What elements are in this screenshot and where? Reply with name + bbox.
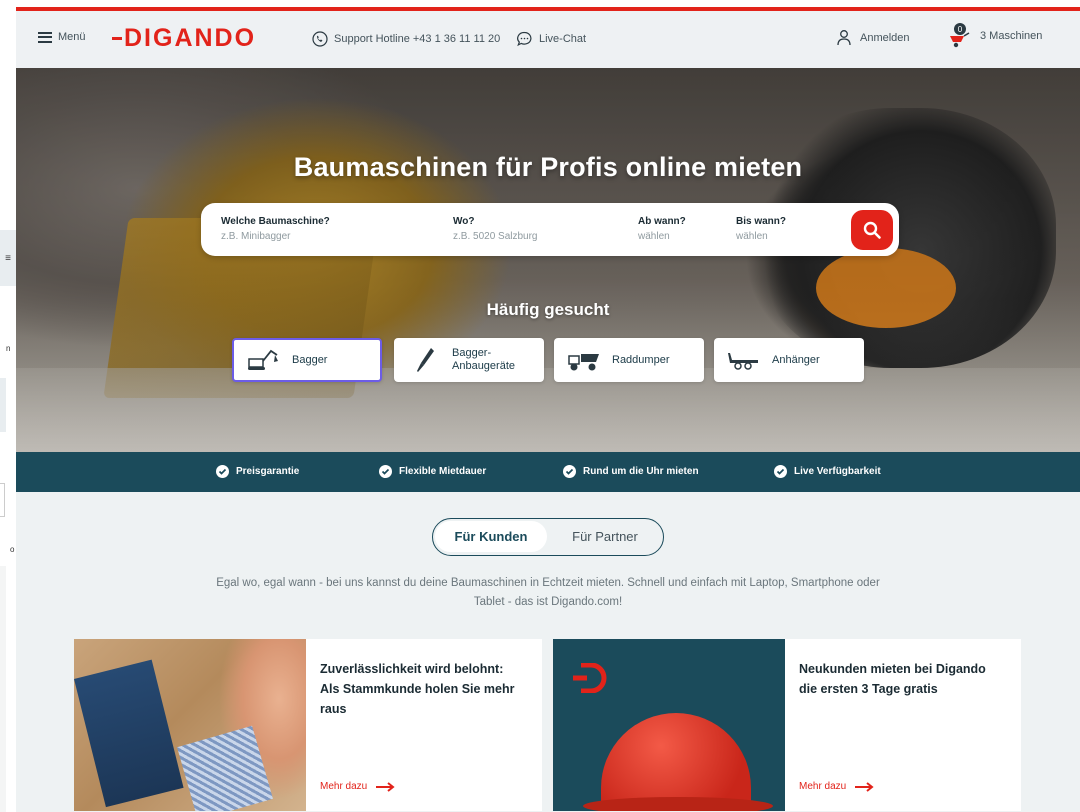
machine-search-field[interactable]: Welche Baumaschine? z.B. Minibagger — [221, 216, 421, 242]
partial-box — [0, 378, 6, 432]
end-date-label: Bis wann? — [736, 216, 787, 227]
category-bagger-anbaugeraete[interactable]: Bagger- Anbaugeräte — [394, 338, 544, 382]
menu-label: Menü — [58, 31, 86, 43]
cart-link[interactable]: 0 3 Maschinen — [948, 23, 1043, 48]
usp-item: Live Verfügbarkeit — [774, 465, 881, 478]
category-label: Bagger- Anbaugeräte — [452, 347, 515, 372]
logo-text: DIGANDO — [124, 24, 257, 52]
page: Menü DIGANDO Support Hotline +43 1 36 11… — [16, 0, 1080, 812]
arrow-right-icon — [855, 781, 874, 792]
digando-d-logo-icon — [573, 663, 607, 693]
category-anhaenger[interactable]: Anhänger — [714, 338, 864, 382]
audience-toggle: Für Kunden Für Partner — [432, 518, 664, 556]
start-date-label: Ab wann? — [638, 216, 686, 227]
usp-bar: Preisgarantie Flexible Mietdauer Rund um… — [16, 452, 1080, 492]
handshake-image — [74, 639, 306, 811]
checkmark-icon — [774, 465, 787, 478]
usp-item: Preisgarantie — [216, 465, 299, 478]
partial-menu-button[interactable]: ≡ — [0, 230, 16, 286]
hamburger-icon — [38, 31, 52, 43]
support-hotline-link[interactable]: Support Hotline +43 1 36 11 11 20 — [312, 31, 500, 47]
end-date-field[interactable]: Bis wann? wählen — [736, 216, 816, 242]
checkmark-icon — [216, 465, 229, 478]
usp-item: Flexible Mietdauer — [379, 465, 486, 478]
checkmark-icon — [379, 465, 392, 478]
category-raddumper[interactable]: Raddumper — [554, 338, 704, 382]
arrow-right-icon — [376, 781, 395, 792]
start-date-placeholder: wählen — [638, 231, 670, 242]
cart-text: 3 Maschinen — [980, 30, 1043, 42]
menu-button[interactable]: Menü — [38, 31, 86, 43]
category-label: Raddumper — [612, 354, 670, 366]
cart-count-badge: 0 — [954, 23, 966, 35]
frequent-searches-title: Häufig gesucht — [486, 300, 610, 319]
phone-icon — [312, 31, 328, 47]
search-icon — [863, 221, 881, 239]
site-header: Menü DIGANDO Support Hotline +43 1 36 11… — [16, 11, 1080, 68]
category-label: Anhänger — [772, 354, 820, 366]
promo-card-stammkunde[interactable]: Zuverlässlichkeit wird belohnt: Als Stam… — [74, 639, 542, 811]
checkmark-icon — [563, 465, 576, 478]
dumper-icon — [566, 346, 602, 374]
toggle-partner[interactable]: Für Partner — [551, 521, 659, 552]
partial-text: n — [6, 344, 11, 353]
hotline-text: Support Hotline +43 1 36 11 11 20 — [334, 33, 501, 45]
left-partial-panel: ≡ n o — [0, 0, 16, 812]
trailer-icon — [726, 346, 762, 374]
category-bagger[interactable]: Bagger — [232, 338, 382, 382]
digando-logo[interactable]: DIGANDO — [112, 24, 256, 53]
location-label: Wo? — [453, 216, 475, 227]
search-bar: Welche Baumaschine? z.B. Minibagger Wo? … — [201, 203, 899, 256]
chat-bubble-icon — [517, 31, 532, 47]
machine-label: Welche Baumaschine? — [221, 216, 330, 227]
more-link[interactable]: Mehr dazu — [799, 781, 874, 792]
breaker-icon — [406, 346, 442, 374]
partial-input[interactable] — [0, 483, 5, 517]
location-placeholder: z.B. 5020 Salzburg — [453, 231, 538, 242]
live-chat-link[interactable]: Live-Chat — [516, 31, 586, 47]
user-icon — [837, 30, 851, 46]
intro-text: Egal wo, egal wann - bei uns kannst du d… — [216, 577, 880, 608]
category-label: Bagger — [292, 354, 328, 366]
start-date-field[interactable]: Ab wann? wählen — [638, 216, 718, 242]
hero-title: Baumaschinen für Profis online mieten — [293, 152, 803, 182]
hero-section: Baumaschinen für Profis online mieten We… — [16, 68, 1080, 452]
login-text: Anmelden — [860, 31, 910, 44]
chat-text: Live-Chat — [539, 33, 587, 45]
toggle-kunden[interactable]: Für Kunden — [435, 521, 547, 552]
login-link[interactable]: Anmelden — [836, 29, 910, 46]
search-button[interactable] — [851, 210, 893, 250]
end-date-placeholder: wählen — [736, 231, 768, 242]
usp-item: Rund um die Uhr mieten — [563, 465, 699, 478]
partial-panel — [0, 566, 6, 812]
promo-card-neukunden[interactable]: Neukunden mieten bei Digando die ersten … — [553, 639, 1021, 811]
card-title: Neukunden mieten bei Digando die ersten … — [799, 662, 986, 696]
card-title: Zuverlässlichkeit wird belohnt: Als Stam… — [320, 662, 515, 716]
excavator-icon — [246, 346, 282, 374]
machine-placeholder: z.B. Minibagger — [221, 231, 291, 242]
helmet-image — [553, 639, 785, 811]
location-search-field[interactable]: Wo? z.B. 5020 Salzburg — [453, 216, 603, 242]
more-link[interactable]: Mehr dazu — [320, 781, 395, 792]
partial-text: o — [10, 545, 15, 554]
